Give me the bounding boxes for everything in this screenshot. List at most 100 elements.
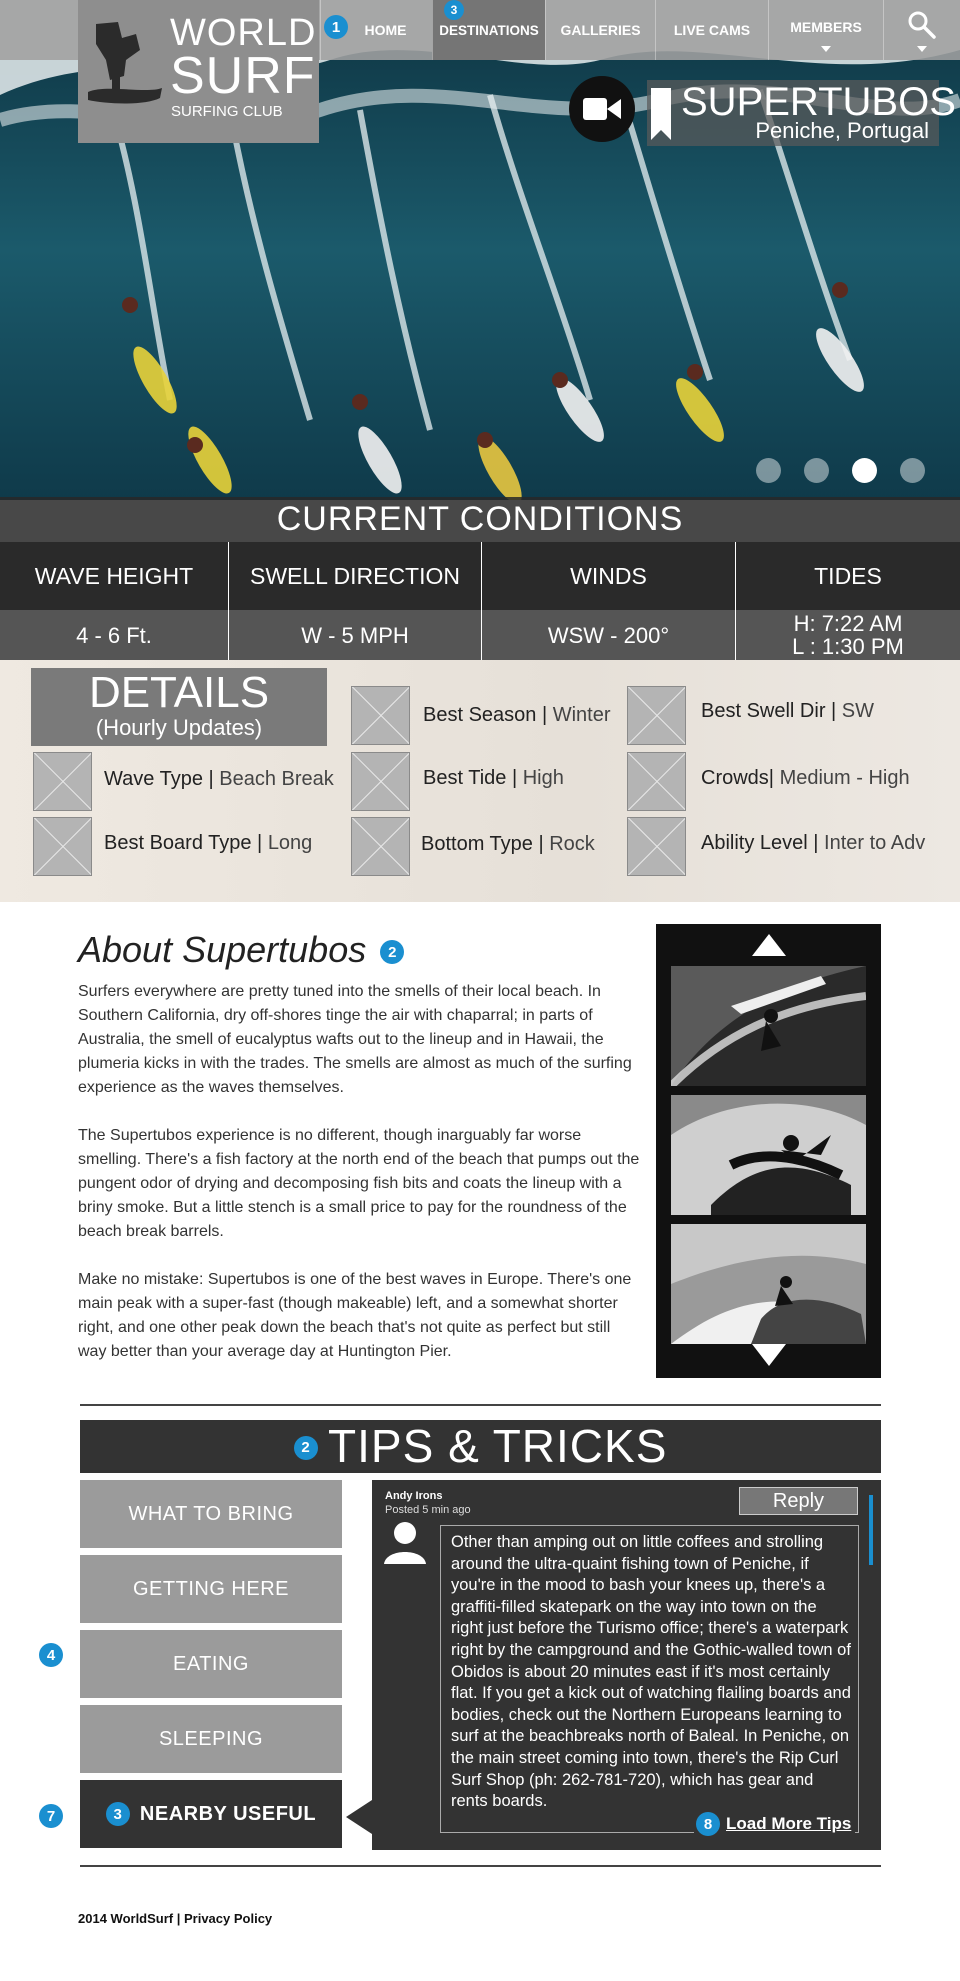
video-camera-icon: [583, 98, 621, 120]
section-divider: [80, 1865, 881, 1867]
detail-value: SW: [841, 700, 875, 722]
detail-label: Best Tide: [423, 767, 507, 789]
nav-home[interactable]: 1 HOME: [320, 0, 432, 60]
tab-nearby-useful-label: NEARBY USEFUL: [139, 1802, 317, 1825]
detail-value: Beach Break: [219, 768, 334, 790]
about-title-text: About Supertubos: [78, 929, 367, 970]
detail-value: Inter to Adv: [824, 832, 926, 854]
search-button[interactable]: [883, 0, 960, 60]
detail-label: Crowds: [701, 767, 769, 789]
nav-live-cams[interactable]: LIVE CAMS: [655, 0, 768, 60]
nav-live-cams-label: LIVE CAMS: [673, 22, 751, 38]
gallery-photo[interactable]: [671, 1224, 866, 1344]
detail-label: Ability Level: [701, 832, 808, 854]
swell-direction-value: W - 5 MPH: [229, 610, 482, 660]
wave-type-icon: [33, 752, 92, 811]
surfer-logo-icon: [88, 22, 162, 104]
detail-best-season: Best Season | Winter: [423, 704, 611, 726]
tide-high: H: 7:22 AM: [793, 611, 903, 636]
comment-scrollbar[interactable]: [869, 1495, 873, 1565]
hero-banner: WORLD SURF SURFING CLUB 1 HOME 3 DESTINA…: [0, 0, 960, 500]
current-conditions-title: CURRENT CONDITIONS: [0, 497, 960, 542]
swell-dir-icon: [627, 686, 686, 745]
annotation-badge: 1: [324, 15, 348, 39]
bookmark-icon[interactable]: [651, 88, 671, 140]
detail-wave-type: Wave Type | Beach Break: [104, 768, 334, 790]
crowds-icon: [627, 752, 686, 811]
annotation-badge: 2: [293, 1435, 318, 1460]
comment-text: Other than amping out on little coffees …: [440, 1525, 859, 1833]
about-title: About Supertubos 2: [78, 929, 405, 971]
section-divider: [80, 1404, 881, 1406]
tab-what-to-bring[interactable]: WHAT TO BRING: [80, 1480, 342, 1548]
user-avatar-icon: [384, 1522, 426, 1564]
carousel-dot[interactable]: [804, 458, 829, 483]
carousel-dot-active[interactable]: [852, 458, 877, 483]
annotation-badge: 7: [39, 1804, 63, 1828]
detail-value: Medium - High: [779, 767, 910, 789]
detail-label: Best Season: [423, 704, 537, 726]
tab-nearby-useful[interactable]: 3 NEARBY USEFUL: [80, 1780, 342, 1848]
detail-value: High: [522, 767, 564, 789]
wave-height-value: 4 - 6 Ft.: [0, 610, 229, 660]
carousel-dot[interactable]: [900, 458, 925, 483]
conditions-header: WAVE HEIGHT: [0, 542, 229, 610]
nav-galleries[interactable]: GALLERIES: [545, 0, 655, 60]
annotation-badge: 4: [39, 1643, 63, 1667]
conditions-header: TIDES: [814, 562, 882, 589]
gallery-photo[interactable]: [671, 966, 866, 1086]
search-icon: [908, 11, 936, 39]
nav-members-label: MEMBERS: [790, 19, 862, 35]
tab-eating[interactable]: EATING: [80, 1630, 342, 1698]
comment-timestamp: Posted 5 min ago: [385, 1504, 471, 1516]
reply-button[interactable]: Reply: [739, 1487, 858, 1515]
detail-best-tide: Best Tide | High: [423, 767, 564, 789]
bottom-type-icon: [351, 817, 410, 876]
live-cam-button[interactable]: [569, 76, 635, 142]
carousel-dot[interactable]: [756, 458, 781, 483]
conditions-headers: WAVE HEIGHT SWELL DIRECTION WINDS TIDES: [0, 542, 960, 610]
nav-home-label: HOME: [364, 22, 407, 38]
conditions-values: 4 - 6 Ft. W - 5 MPH WSW - 200° H: 7:22 A…: [0, 610, 960, 660]
gallery-photo[interactable]: [671, 1095, 866, 1215]
about-paragraph: The Supertubos experience is no differen…: [78, 1127, 640, 1240]
gallery-up-arrow-icon[interactable]: [752, 934, 786, 956]
gallery-down-arrow-icon[interactable]: [752, 1344, 786, 1366]
chevron-down-icon: [917, 46, 927, 52]
detail-label: Bottom Type: [421, 833, 533, 855]
about-paragraph: Make no mistake: Supertubos is one of th…: [78, 1271, 632, 1360]
chevron-down-icon: [821, 46, 831, 52]
site-logo[interactable]: WORLD SURF SURFING CLUB: [78, 0, 319, 143]
photo-gallery: [656, 924, 881, 1378]
annotation-badge: 8: [696, 1812, 720, 1836]
carousel-dots: [756, 458, 925, 483]
conditions-header: WINDS: [482, 542, 736, 610]
detail-label: Wave Type: [104, 768, 203, 790]
tab-getting-here[interactable]: GETTING HERE: [80, 1555, 342, 1623]
details-header: DETAILS (Hourly Updates): [31, 668, 327, 746]
spot-location: Peniche, Portugal: [755, 118, 929, 143]
detail-value: Long: [267, 832, 313, 854]
detail-best-board-type: Best Board Type | Long: [104, 832, 313, 854]
details-panel: DETAILS (Hourly Updates) Best Season | W…: [0, 660, 960, 902]
load-more-tips-link[interactable]: Load More Tips: [726, 1814, 851, 1834]
logo-tagline: SURFING CLUB: [171, 103, 283, 120]
annotation-badge: 3: [105, 1802, 130, 1826]
spot-title-box: SUPERTUBOS Peniche, Portugal: [647, 80, 956, 146]
tab-sleeping[interactable]: SLEEPING: [80, 1705, 342, 1773]
about-paragraph: Surfers everywhere are pretty tuned into…: [78, 983, 632, 1096]
footer-text[interactable]: 2014 WorldSurf | Privacy Policy: [78, 1911, 272, 1926]
nav-members[interactable]: MEMBERS: [768, 0, 883, 60]
comment-author: Andy Irons: [385, 1490, 443, 1502]
tips-title: TIPS & TRICKS: [328, 1420, 668, 1472]
nav-destinations-label: DESTINATIONS: [439, 23, 539, 38]
annotation-badge: 3: [444, 0, 464, 20]
details-title: DETAILS: [88, 668, 270, 717]
conditions-header: SWELL DIRECTION: [229, 542, 482, 610]
load-more-tips[interactable]: 8 Load More Tips: [694, 1812, 856, 1836]
board-type-icon: [33, 817, 92, 876]
about-body: Surfers everywhere are pretty tuned into…: [78, 980, 643, 1388]
detail-label: Best Swell Dir: [701, 700, 826, 722]
ability-level-icon: [627, 817, 686, 876]
nav-destinations[interactable]: 3 DESTINATIONS: [432, 0, 545, 60]
